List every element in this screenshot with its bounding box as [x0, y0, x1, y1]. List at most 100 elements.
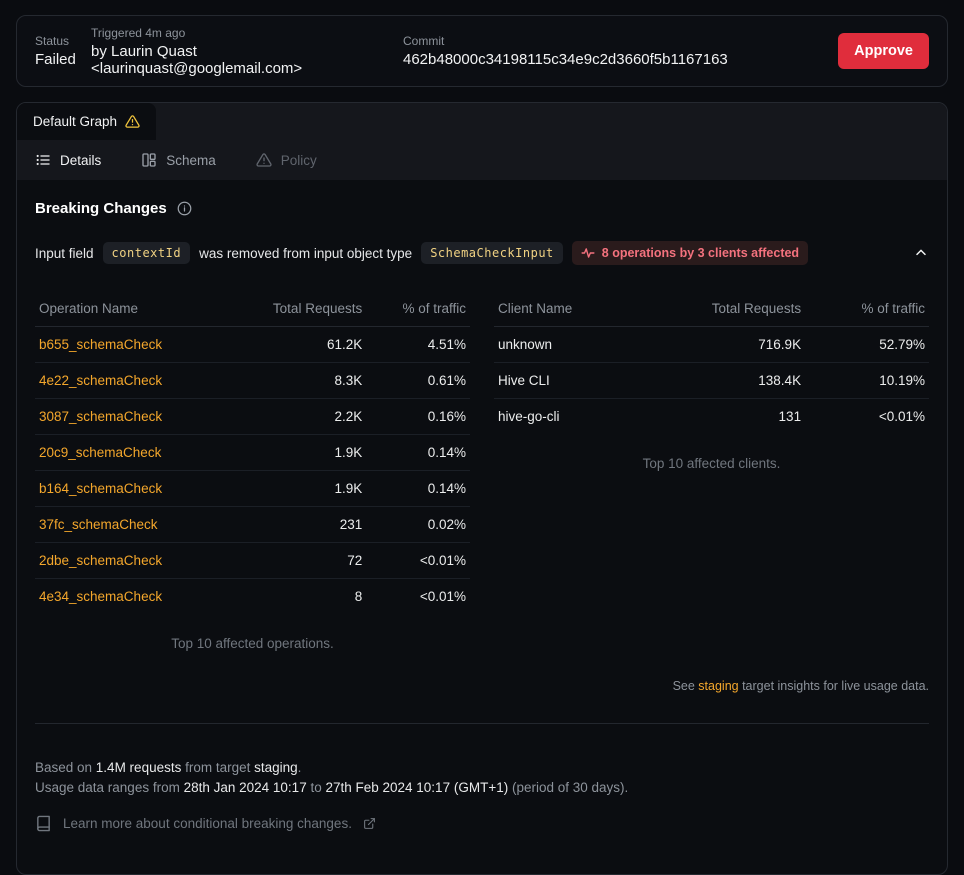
clients-table: Client NameTotal Requests% of trafficunk… — [494, 291, 929, 651]
operation-link[interactable]: 20c9_schemaCheck — [35, 435, 225, 471]
cell: 138.4K — [637, 363, 806, 399]
table-row: 3087_schemaCheck2.2K0.16% — [35, 399, 470, 435]
cell: 2.2K — [225, 399, 366, 435]
insights-note: See staging target insights for live usa… — [35, 679, 929, 693]
footer-line-1: Based on 1.4M requests from target stagi… — [35, 758, 929, 778]
table-row: b655_schemaCheck61.2K4.51% — [35, 327, 470, 363]
table-row: 20c9_schemaCheck1.9K0.14% — [35, 435, 470, 471]
cell: 61.2K — [225, 327, 366, 363]
learn-more-link[interactable]: Learn more about conditional breaking ch… — [35, 815, 929, 832]
cell: 1.9K — [225, 471, 366, 507]
change-text-prefix: Input field — [35, 246, 94, 261]
cell: <0.01% — [366, 543, 470, 579]
requests-count: 1.4M requests — [96, 760, 182, 775]
list-icon — [35, 152, 51, 168]
insights-note-prefix: See — [673, 679, 699, 693]
cell: 8.3K — [225, 363, 366, 399]
range-end-date: 27th Feb 2024 10:17 (GMT+1) — [325, 780, 508, 795]
footer-text: to — [307, 780, 326, 795]
footer-text: Based on — [35, 760, 96, 775]
usage-footer: Based on 1.4M requests from target stagi… — [35, 758, 929, 798]
cell: 8 — [225, 579, 366, 615]
column-header: % of traffic — [366, 291, 470, 327]
cell: <0.01% — [366, 579, 470, 615]
schema-icon — [141, 152, 157, 168]
column-header: Total Requests — [637, 291, 806, 327]
cell: 0.14% — [366, 471, 470, 507]
table-row: 4e22_schemaCheck8.3K0.61% — [35, 363, 470, 399]
target-name: staging — [254, 760, 298, 775]
usage-tables: Operation NameTotal Requests% of traffic… — [35, 291, 929, 651]
tab-schema[interactable]: Schema — [141, 152, 216, 168]
breaking-change-row[interactable]: Input field contextId was removed from i… — [35, 241, 929, 265]
details-content: Breaking Changes Input field contextId w… — [17, 200, 947, 832]
cell: hive-go-cli — [494, 399, 637, 435]
operation-link[interactable]: 4e34_schemaCheck — [35, 579, 225, 615]
panel-header: Default Graph Details — [17, 103, 947, 180]
section-title: Breaking Changes — [35, 200, 167, 217]
cell: 10.19% — [805, 363, 929, 399]
operation-link[interactable]: 4e22_schemaCheck — [35, 363, 225, 399]
footer-line-2: Usage data ranges from 28th Jan 2024 10:… — [35, 778, 929, 798]
cell: 131 — [637, 399, 806, 435]
operation-link[interactable]: b164_schemaCheck — [35, 471, 225, 507]
cell: 716.9K — [637, 327, 806, 363]
book-icon — [35, 815, 52, 832]
cell: 0.02% — [366, 507, 470, 543]
warning-triangle-icon — [125, 114, 140, 129]
operation-link[interactable]: 2dbe_schemaCheck — [35, 543, 225, 579]
range-start-date: 28th Jan 2024 10:17 — [184, 780, 307, 795]
cell: 4.51% — [366, 327, 470, 363]
approve-button[interactable]: Approve — [838, 33, 929, 69]
insights-note-suffix: target insights for live usage data. — [739, 679, 929, 693]
status-column: Status Failed — [35, 34, 79, 68]
triggered-by: by Laurin Quast <laurinquast@googlemail.… — [91, 43, 391, 77]
table-row: 2dbe_schemaCheck72<0.01% — [35, 543, 470, 579]
triggered-label: Triggered 4m ago — [91, 26, 391, 40]
operations-table: Operation NameTotal Requests% of traffic… — [35, 291, 470, 651]
tab-default-graph[interactable]: Default Graph — [17, 103, 156, 140]
table-row: 4e34_schemaCheck8<0.01% — [35, 579, 470, 615]
field-code-chip: contextId — [103, 242, 191, 264]
status-label: Status — [35, 34, 79, 48]
impact-badge-label: 8 operations by 3 clients affected — [602, 246, 799, 260]
footer-divider — [35, 723, 929, 724]
cell: 1.9K — [225, 435, 366, 471]
pulse-icon — [581, 246, 595, 260]
header-row: Operation NameTotal Requests% of traffic — [35, 291, 470, 327]
operation-link[interactable]: b655_schemaCheck — [35, 327, 225, 363]
info-icon[interactable] — [177, 201, 192, 216]
table-row: Hive CLI138.4K10.19% — [494, 363, 929, 399]
table-row: b164_schemaCheck1.9K0.14% — [35, 471, 470, 507]
commit-label: Commit — [403, 34, 728, 48]
header-row: Client NameTotal Requests% of traffic — [494, 291, 929, 327]
operation-link[interactable]: 3087_schemaCheck — [35, 399, 225, 435]
clients-caption: Top 10 affected clients. — [494, 456, 929, 471]
table-row: unknown716.9K52.79% — [494, 327, 929, 363]
footer-text: Usage data ranges from — [35, 780, 184, 795]
tab-policy-label: Policy — [281, 153, 317, 168]
cell: <0.01% — [805, 399, 929, 435]
cell: 0.61% — [366, 363, 470, 399]
cell: 231 — [225, 507, 366, 543]
chevron-up-icon[interactable] — [913, 245, 929, 261]
tab-policy[interactable]: Policy — [256, 152, 317, 168]
graph-tab-label: Default Graph — [33, 114, 117, 129]
tab-details[interactable]: Details — [35, 152, 101, 168]
staging-link[interactable]: staging — [698, 679, 738, 693]
column-header: % of traffic — [805, 291, 929, 327]
change-text-middle: was removed from input object type — [199, 246, 412, 261]
table-row: hive-go-cli131<0.01% — [494, 399, 929, 435]
impact-badge[interactable]: 8 operations by 3 clients affected — [572, 241, 808, 265]
operation-link[interactable]: 37fc_schemaCheck — [35, 507, 225, 543]
breaking-changes-header: Breaking Changes — [35, 200, 929, 217]
cell: 0.14% — [366, 435, 470, 471]
commit-hash: 462b48000c34198115c34e9c2d3660f5b1167163 — [403, 51, 728, 68]
type-code-chip: SchemaCheckInput — [421, 242, 563, 264]
column-header: Operation Name — [35, 291, 225, 327]
tab-details-label: Details — [60, 153, 101, 168]
table-row: 37fc_schemaCheck2310.02% — [35, 507, 470, 543]
cell: 0.16% — [366, 399, 470, 435]
cell: 72 — [225, 543, 366, 579]
column-header: Client Name — [494, 291, 637, 327]
